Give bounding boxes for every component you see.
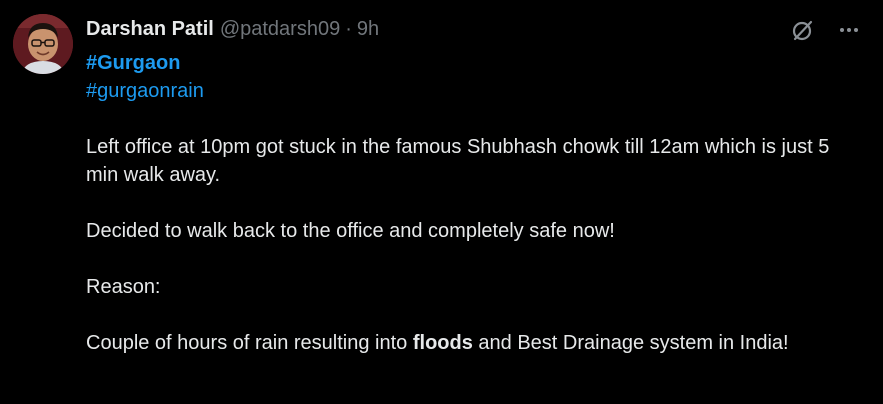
grok-icon [792,20,813,41]
emphasized-word: floods [412,332,473,354]
tweet[interactable]: Darshan Patil @patdarsh09 · 9h #Gurgaon … [0,0,883,404]
tweet-text: #Gurgaon #gurgaonrain Left office at 10p… [86,49,866,357]
more-options-button[interactable] [835,16,863,44]
more-options-icon [840,28,858,32]
hashtag-gurgaon[interactable]: #Gurgaon [86,49,866,77]
tweet-header: Darshan Patil @patdarsh09 · 9h [86,17,379,41]
paragraph-4-start: Couple of hours of rain resulting into [86,332,413,354]
avatar-photo-icon [13,14,73,74]
paragraph-4-end: and Best Drainage system in India! [472,332,789,354]
user-handle[interactable]: @patdarsh09 [220,17,340,41]
grok-button[interactable] [789,16,817,44]
tweet-paragraph-2: Decided to walk back to the office and c… [86,220,615,242]
tweet-paragraph-3: Reason: [86,276,161,298]
separator-dot: · [345,18,352,40]
display-name[interactable]: Darshan Patil [86,17,214,41]
timestamp[interactable]: 9h [357,17,379,41]
hashtag-gurgaonrain[interactable]: #gurgaonrain [86,77,866,105]
avatar[interactable] [13,14,73,74]
tweet-paragraph-4: Couple of hours of rain resulting into f… [86,329,866,357]
tweet-paragraph-1: Left office at 10pm got stuck in the fam… [86,136,830,186]
header-actions [789,16,863,44]
